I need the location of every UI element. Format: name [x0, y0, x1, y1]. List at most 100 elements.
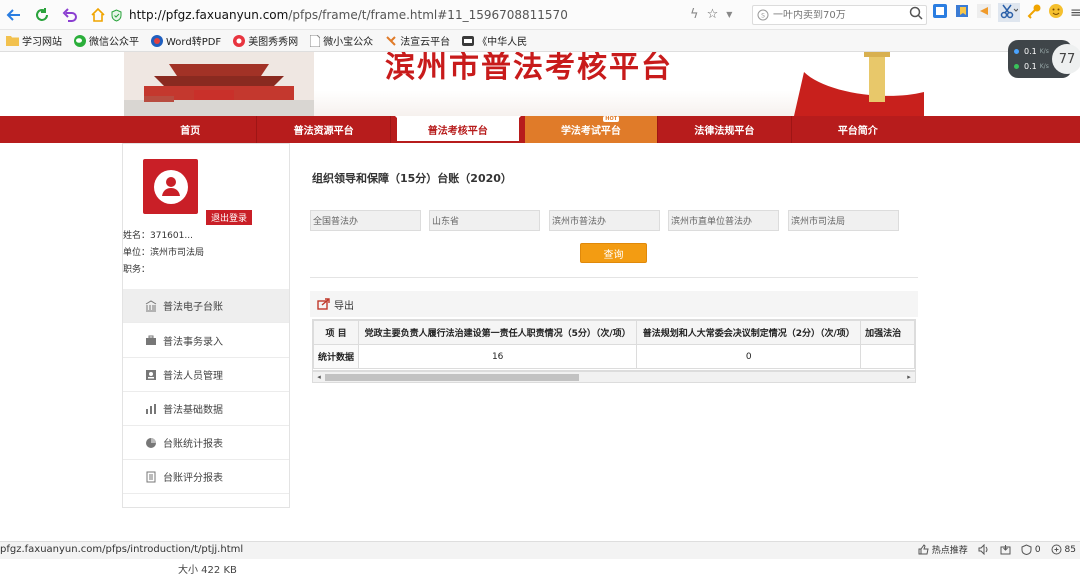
share-icon[interactable] — [976, 3, 992, 22]
block-icon — [1021, 544, 1032, 555]
table-header: 项 目 — [313, 320, 360, 345]
search-icon[interactable] — [909, 6, 923, 23]
table-header-row: 项 目 党政主要负责人履行法治建设第一责任人职责情况（5分）（次/项） 普法规划… — [313, 320, 915, 345]
baike-icon — [462, 35, 475, 47]
search-input[interactable] — [773, 9, 903, 21]
thumbs-up-icon — [918, 544, 929, 555]
logout-button[interactable]: 退出登录 — [206, 210, 253, 225]
bookmark-label: 美图秀秀网 — [248, 37, 299, 48]
download-icon[interactable] — [1000, 544, 1011, 555]
nav-home[interactable]: 首页 — [124, 116, 258, 143]
nav-assessment[interactable]: 普法考核平台 — [394, 116, 521, 143]
scrollbar-thumb[interactable] — [325, 374, 579, 381]
hot-recommend[interactable]: 热点推荐 — [918, 543, 968, 556]
site-banner: 滨州市普法考核平台 — [0, 52, 1080, 116]
menu-label: 普法事务录入 — [163, 337, 223, 348]
user-name: 姓名：371601... — [123, 231, 193, 241]
nav-resources[interactable]: 普法资源平台 — [257, 116, 391, 143]
sound-icon[interactable] — [978, 544, 990, 555]
filter-city-units[interactable]: 滨州市直单位普法办 — [668, 210, 779, 231]
refresh-icon — [36, 7, 48, 21]
nav-intro[interactable]: 平台简介 — [792, 116, 924, 143]
filter-province[interactable]: 山东省 — [429, 210, 540, 231]
network-speed-widget[interactable]: 0.1 K/s 0.1 K/s 77 — [1008, 40, 1080, 78]
menu-item-basic-data[interactable]: 普法基础数据 — [123, 392, 289, 426]
home-icon — [91, 7, 105, 22]
table-cell: 统计数据 — [313, 344, 360, 369]
nav-label: 法律法规平台 — [694, 126, 755, 137]
table-cell — [860, 344, 915, 369]
adblock-counter[interactable]: 0 — [1021, 544, 1041, 555]
smiley-icon[interactable] — [1048, 3, 1064, 22]
nav-laws[interactable]: 法律法规平台 — [658, 116, 792, 143]
ledger-table: 项 目 党政主要负责人履行法治建设第一责任人职责情况（5分）（次/项） 普法规划… — [313, 320, 915, 369]
bookmark-item[interactable]: 美图秀秀网 — [233, 33, 298, 48]
word-pdf-icon — [151, 34, 163, 47]
nav-exam[interactable]: 学法考试平台 HOT — [524, 116, 659, 143]
export-bar: 导出 — [310, 291, 918, 317]
zoom-control[interactable]: 85 — [1051, 544, 1076, 555]
table-row: 统计数据 16 0 — [313, 344, 915, 369]
upload-value: 0.1 — [1024, 47, 1037, 56]
bookmark-label: 微小宝公众 — [323, 37, 374, 48]
bookmark-item[interactable]: 法宣云平台 — [385, 33, 450, 48]
filter-national[interactable]: 全国普法办 — [310, 210, 421, 231]
document-icon — [145, 471, 157, 483]
status-tools: 热点推荐 0 85 — [918, 543, 1076, 556]
nav-label: 普法考核平台 — [427, 126, 488, 137]
bookmark-item[interactable]: 微小宝公众 — [310, 33, 373, 48]
bookmark-manager-icon[interactable] — [954, 3, 970, 22]
address-bar[interactable]: http://pfgz.faxuanyun.com/pfps/frame/t/f… — [110, 4, 750, 26]
ledger-icon — [145, 299, 157, 312]
user-position: 职务： — [123, 265, 151, 275]
menu-item-e-ledger[interactable]: 普法电子台账 — [123, 289, 289, 323]
bookmark-item[interactable]: Word转PDF — [151, 33, 221, 48]
filter-justice-bureau[interactable]: 滨州市司法局 — [788, 210, 899, 231]
nav-label: 普法资源平台 — [293, 126, 354, 137]
bookmark-label: 法宣云平台 — [400, 37, 451, 48]
scroll-left-icon[interactable]: ◂ — [314, 372, 324, 382]
table-cell: 0 — [636, 344, 862, 369]
extension-icon[interactable] — [932, 3, 948, 22]
key-icon[interactable] — [1026, 3, 1042, 22]
export-button[interactable]: 导出 — [334, 297, 354, 312]
scissors-icon[interactable] — [998, 3, 1020, 22]
menu-icon[interactable]: ≡ — [1070, 5, 1080, 21]
menu-item-affairs[interactable]: 普法事务录入 — [123, 324, 289, 358]
export-icon[interactable] — [317, 298, 330, 310]
undo-button[interactable] — [56, 1, 84, 29]
user-avatar-icon — [153, 169, 188, 204]
back-button[interactable] — [0, 1, 28, 29]
scroll-right-icon[interactable]: ▸ — [904, 372, 914, 382]
speed-unit: K/s — [1039, 48, 1049, 55]
query-button[interactable]: 查询 — [580, 243, 647, 263]
refresh-button[interactable] — [28, 1, 56, 29]
shield-icon — [111, 8, 122, 22]
table-horizontal-scrollbar[interactable]: ◂ ▸ — [312, 371, 916, 383]
menu-item-score-report[interactable]: 台账评分报表 — [123, 460, 289, 494]
table-header: 党政主要负责人履行法治建设第一责任人职责情况（5分）（次/项） — [358, 320, 638, 345]
zoom-icon — [1051, 544, 1062, 555]
bookmark-item[interactable]: 微信公众平 — [74, 33, 139, 48]
faxuan-icon — [385, 35, 397, 47]
menu-item-stat-report[interactable]: 台账统计报表 — [123, 426, 289, 460]
adblock-count: 0 — [1034, 544, 1041, 555]
star-icon[interactable]: ☆ — [707, 7, 719, 22]
bookmark-item[interactable]: 《中华人民 — [462, 33, 527, 48]
nav-label: 学法考试平台 — [560, 126, 621, 137]
chevron-down-icon[interactable]: ▼ — [726, 10, 732, 19]
url-text[interactable]: http://pfgz.faxuanyun.com/pfps/frame/t/f… — [129, 8, 568, 22]
filter-city[interactable]: 滨州市普法办 — [549, 210, 660, 231]
table-header: 加强法治 — [860, 320, 915, 345]
menu-item-personnel[interactable]: 普法人员管理 — [123, 358, 289, 392]
bookmark-item[interactable]: 学习网站 — [6, 33, 62, 48]
pie-chart-icon — [145, 437, 157, 449]
home-button[interactable] — [84, 1, 112, 29]
menu-label: 普法电子台账 — [163, 302, 223, 313]
wechat-icon — [74, 34, 86, 47]
download-value: 0.1 — [1024, 62, 1037, 71]
search-box[interactable]: S — [752, 5, 927, 25]
page-icon — [310, 34, 321, 47]
lightning-icon[interactable]: ϟ — [690, 7, 699, 22]
user-unit: 单位：滨州市司法局 — [123, 248, 205, 258]
